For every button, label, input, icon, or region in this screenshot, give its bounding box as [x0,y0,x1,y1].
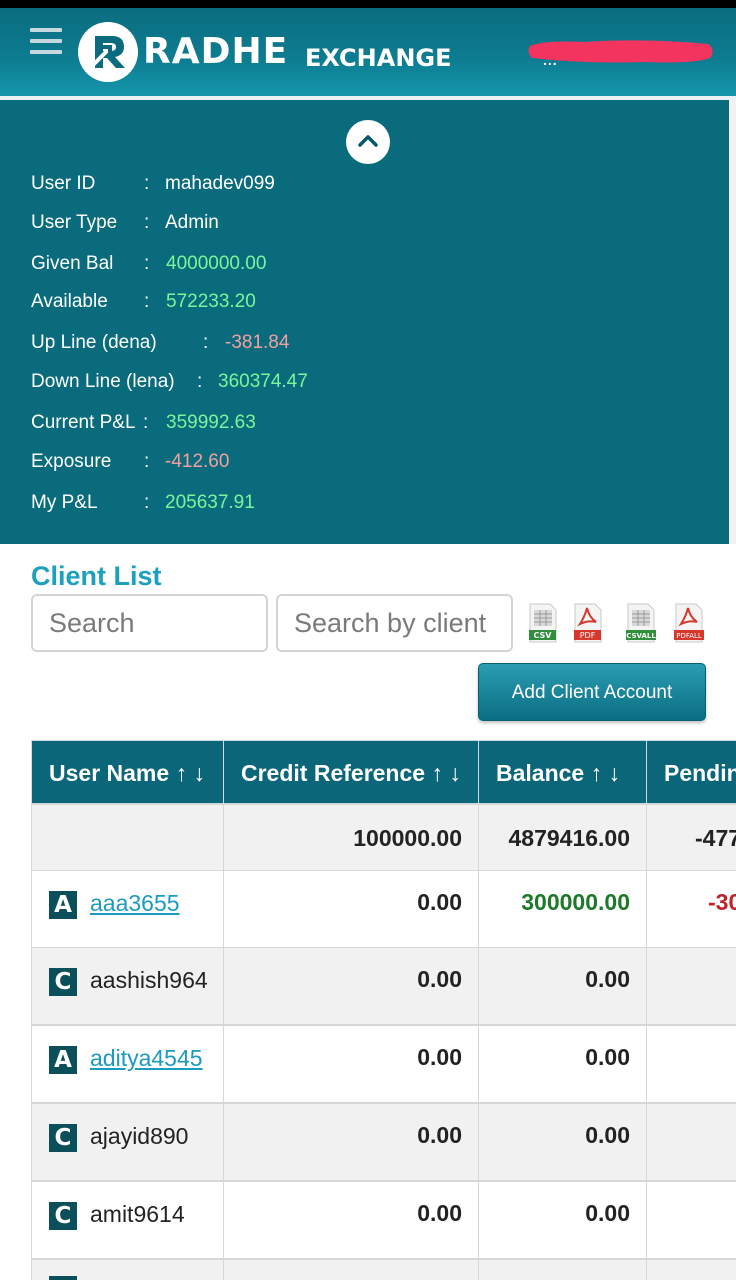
info-separator: : [144,253,150,274]
logo-subtext: EXCHANGE [305,44,452,72]
info-value: 205637.91 [165,492,255,513]
info-separator: : [143,412,149,433]
table-cell: A aaa3655 [31,870,224,948]
info-value: 572233.20 [166,291,256,312]
pdf-icon[interactable]: PDF [572,602,604,644]
credit-cell: 0.00 [223,1181,479,1259]
info-value: 360374.47 [218,371,308,392]
account-type-badge [49,1276,77,1280]
info-value: mahadev099 [165,173,275,194]
info-value: -381.84 [225,332,290,353]
info-separator: : [197,371,203,392]
user-name-link[interactable]: aditya4545 [90,1026,203,1090]
table-row: C ajayid890 0.00 0.00 [31,1103,736,1181]
status-bar [0,0,736,8]
info-separator: : [144,212,150,233]
info-separator: : [144,291,150,312]
csvall-icon[interactable]: CSVALL [625,602,657,644]
info-label: Up Line (dena) [31,332,157,353]
table-row: A aaa3655 0.00 300000.00 -30 [31,870,736,948]
chevron-up-icon [358,135,378,147]
table-cell [223,1259,479,1280]
balance-cell: 300000.00 [478,870,647,948]
info-label: User ID [31,173,96,194]
user-name: aashish964 [90,967,208,993]
balance-cell: 0.00 [478,1103,647,1181]
account-type-badge: A [49,891,77,919]
account-info-panel: User ID : mahadev099 User Type : Admin G… [0,100,729,544]
table-cell: C ajayid890 [31,1103,224,1181]
client-list-section: Client List CSV PDF CSVALL [0,544,736,1280]
client-table: User Name ↑ ↓ Credit Reference ↑ ↓ Balan… [31,740,736,1280]
search-by-client-input[interactable] [278,596,511,650]
credit-cell: 0.00 [223,870,479,948]
account-menu-dots[interactable]: ... [543,52,558,68]
table-row: A aditya4545 0.00 0.00 [31,1025,736,1103]
table-cell: A aditya4545 [31,1025,224,1103]
balance-cell: 0.00 [478,1025,647,1103]
table-cell [646,1259,736,1280]
info-label: Available [31,291,108,312]
pdfall-label: PDFALL [676,632,702,640]
table-cell: C aashish964 [31,947,224,1025]
table-row [31,1259,736,1280]
pending-cell [646,1181,736,1259]
account-type-badge: C [49,968,77,996]
menu-icon[interactable] [30,28,62,56]
credit-cell: 0.00 [223,1025,479,1103]
logo-icon [78,22,138,82]
info-separator: : [144,451,150,472]
csv-label: CSV [534,631,553,640]
info-label: User Type [31,212,118,233]
info-label: Given Bal [31,253,114,274]
info-label: My P&L [31,492,98,513]
balance-cell: 0.00 [478,1181,647,1259]
credit-cell: 0.00 [223,947,479,1025]
search-field[interactable] [31,594,268,652]
pending-cell: -30 [646,870,736,948]
info-label: Current P&L [31,412,136,433]
account-type-badge: C [49,1202,77,1230]
info-label: Exposure [31,451,112,472]
info-value: 4000000.00 [166,253,267,274]
user-name-link[interactable]: aaa3655 [90,871,180,935]
user-name: amit9614 [90,1201,185,1227]
collapse-button[interactable] [346,120,390,164]
column-header-balance[interactable]: Balance ↑ ↓ [478,740,647,804]
add-client-account-button[interactable]: Add Client Account [478,663,706,721]
info-separator: : [144,173,150,194]
info-value: Admin [165,212,219,233]
table-cell [31,1259,224,1280]
pending-cell [646,1025,736,1103]
csvall-label: CSVALL [626,632,656,640]
info-separator: : [144,492,150,513]
info-label: Down Line (lena) [31,371,175,392]
user-name: ajayid890 [90,1123,189,1149]
table-cell: C amit9614 [31,1181,224,1259]
app-header: RADHE EXCHANGE ... [0,8,736,96]
credit-cell: 0.00 [223,1103,479,1181]
csv-icon[interactable]: CSV [527,602,559,644]
account-type-badge: C [49,1124,77,1152]
search-input[interactable] [33,596,266,650]
balance-cell: 0.00 [478,947,647,1025]
pdfall-icon[interactable]: PDFALL [673,602,705,644]
search-client-field[interactable] [276,594,513,652]
client-list-title: Client List [31,561,162,591]
info-separator: : [203,332,209,353]
pending-cell [646,947,736,1025]
pdf-label: PDF [580,631,596,640]
info-value: 359992.63 [166,412,256,433]
logo-text: RADHE [143,31,289,72]
info-value: -412.60 [165,451,230,472]
table-row: C amit9614 0.00 0.00 [31,1181,736,1259]
column-header-user-name[interactable]: User Name ↑ ↓ [31,740,224,804]
table-row: C aashish964 0.00 0.00 [31,947,736,1025]
account-type-badge: A [49,1046,77,1074]
table-header: User Name ↑ ↓ Credit Reference ↑ ↓ Balan… [31,740,736,806]
column-header-pending[interactable]: Pending [646,740,736,804]
table-cell [478,1259,647,1280]
pending-cell [646,1103,736,1181]
column-header-credit-reference[interactable]: Credit Reference ↑ ↓ [223,740,479,804]
